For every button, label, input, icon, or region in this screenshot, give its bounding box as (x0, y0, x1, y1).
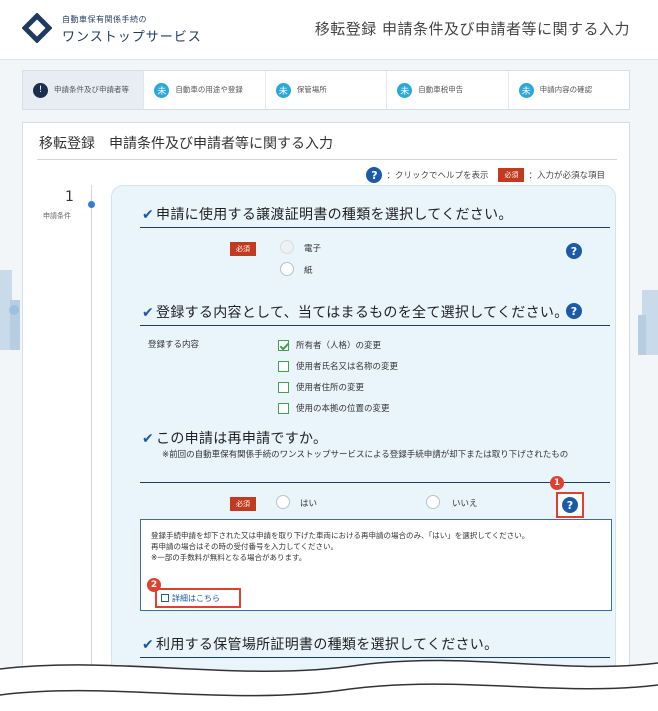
help-highlight: ? (556, 492, 584, 518)
radio-paper[interactable] (280, 262, 294, 276)
checkbox-label: 使用者住所の変更 (296, 383, 365, 393)
section-divider (140, 482, 610, 483)
help-info-text: 登録手続申請を却下された又は申請を取り下げた車両における再申請の場合のみ、「はい… (151, 530, 601, 563)
city-illustration-left (0, 270, 20, 350)
progress-steps: ! 申請条件及び申請者等 未 自動車の用途や登録 未 保管場所 未 自動車税申告… (22, 70, 630, 110)
radio-electronic[interactable] (280, 240, 294, 254)
check-icon: ✔ (142, 431, 155, 447)
help-icon[interactable]: ? (566, 243, 582, 259)
side-step-number: 1 (65, 189, 74, 205)
checkbox-label: 所有者（人格）の変更 (296, 341, 382, 351)
step-usage[interactable]: 未 自動車の用途や登録 (144, 71, 266, 109)
help-info-line: ※一部の手数料が無料となる場合があります。 (151, 553, 307, 562)
section-heading-storage-cert: ✔ 利用する保管場所証明書の種類を選択してください。 (142, 634, 498, 654)
legend-help-text: ：クリックでヘルプを表示 (386, 171, 489, 181)
main-panel: 移転登録 申請条件及び申請者等に関する入力 ? ：クリックでヘルプを表示 必須 … (22, 122, 630, 711)
step-label: 自動車税申告 (418, 85, 464, 94)
checkbox-user-address-change[interactable] (278, 382, 289, 393)
checkbox-base-location-change[interactable] (278, 403, 289, 414)
help-info-line: 登録手続申請を却下された又は申請を取り下げた車両における再申請の場合のみ、「はい… (151, 531, 530, 540)
step-conditions[interactable]: ! 申請条件及び申請者等 (23, 71, 145, 109)
required-badge: 必須 (230, 497, 256, 511)
logo-title: ワンストップサービス (62, 30, 202, 45)
required-badge: 必須 (230, 242, 256, 256)
app-header: 自動車保有関係手続の ワンストップサービス 移転登録 申請条件及び申請者等に関す… (0, 0, 658, 60)
checkbox-user-name-change[interactable] (278, 361, 289, 372)
side-step-label: 申請条件 (43, 212, 71, 220)
legend: ? ：クリックでヘルプを表示 必須 ：入力が必須な項目 (366, 167, 605, 183)
section-heading-text: 登録する内容として、当てはまるものを全て選択してください。 (156, 305, 569, 321)
help-info-line: 再申請の場合はその時の受付番号を入力してください。 (151, 542, 339, 551)
page-header-title: 移転登録 申請条件及び申請者等に関する入力 (314, 20, 630, 38)
step-current-icon: ! (33, 82, 48, 98)
section-heading-text: 申請に使用する譲渡証明書の種類を選択してください。 (156, 207, 513, 223)
form-card: ✔ 申請に使用する譲渡証明書の種類を選択してください。 必須 電子 紙 ? ✔ 登録… (111, 185, 616, 711)
section-heading-text: この申請は再申請ですか。 (156, 431, 328, 447)
reapplication-note: ※前回の自動車保有関係手続のワンストップサービスによる登録手続申請が却下または取… (162, 450, 569, 460)
step-confirm[interactable]: 未 申請内容の確認 (509, 71, 629, 109)
help-info-box: 登録手続申請を却下された又は申請を取り下げた車両における再申請の場合のみ、「はい… (140, 519, 612, 611)
legend-required-text: ：入力が必須な項目 (528, 171, 605, 181)
radio-label: いいえ (452, 499, 478, 509)
detail-link[interactable]: 詳細はこちら (155, 588, 241, 608)
section-heading-certificate: ✔ 申請に使用する譲渡証明書の種類を選択してください。 (142, 204, 513, 224)
check-icon: ✔ (142, 207, 155, 223)
side-timeline-dot (88, 201, 95, 208)
logo-subtitle: 自動車保有関係手続の (62, 15, 147, 24)
external-link-icon (161, 594, 169, 602)
section-heading-text: 利用する保管場所証明書の種類を選択してください。 (156, 637, 499, 653)
step-label: 申請条件及び申請者等 (54, 85, 129, 94)
step-pending-icon: 未 (275, 82, 291, 98)
city-illustration-right (638, 290, 658, 355)
step-pending-icon: 未 (518, 82, 534, 98)
section-divider (140, 325, 610, 326)
step-storage[interactable]: 未 保管場所 (266, 71, 388, 109)
radio-yes[interactable] (276, 495, 290, 509)
radio-label: 電子 (304, 244, 322, 254)
step-tax[interactable]: 未 自動車税申告 (387, 71, 509, 109)
step-label: 申請内容の確認 (539, 85, 593, 94)
title-divider (37, 159, 617, 160)
page-title: 移転登録 申請条件及び申請者等に関する入力 (39, 136, 333, 152)
section-heading-reapplication: ✔ この申請は再申請ですか。 (142, 428, 327, 448)
radio-label: 紙 (304, 266, 313, 276)
detail-link-text: 詳細はこちら (172, 593, 220, 603)
radio-no[interactable] (426, 495, 440, 509)
check-icon: ✔ (142, 305, 155, 321)
section-divider (140, 227, 610, 228)
step-pending-icon: 未 (397, 82, 413, 98)
section-heading-registration: ✔ 登録する内容として、当てはまるものを全て選択してください。 (142, 302, 569, 322)
required-badge: 必須 (498, 168, 525, 182)
checkbox-label: 使用の本拠の位置の変更 (296, 404, 390, 414)
logo-icon (22, 13, 52, 43)
page-cut-edge (0, 659, 658, 711)
step-pending-icon: 未 (154, 82, 170, 98)
callout-marker-2: 2 (147, 578, 161, 592)
help-icon[interactable]: ? (562, 497, 578, 513)
radio-label: はい (300, 499, 318, 509)
check-icon: ✔ (142, 637, 155, 653)
help-icon: ? (366, 167, 383, 183)
checkbox-owner-change[interactable] (278, 340, 289, 351)
step-label: 自動車の用途や登録 (175, 85, 243, 94)
side-timeline (91, 185, 92, 705)
help-icon[interactable]: ? (566, 303, 582, 319)
field-label: 登録する内容 (148, 340, 200, 350)
callout-marker-1: 1 (550, 476, 564, 490)
step-label: 保管場所 (296, 85, 327, 94)
checkbox-label: 使用者氏名又は名称の変更 (296, 362, 399, 372)
